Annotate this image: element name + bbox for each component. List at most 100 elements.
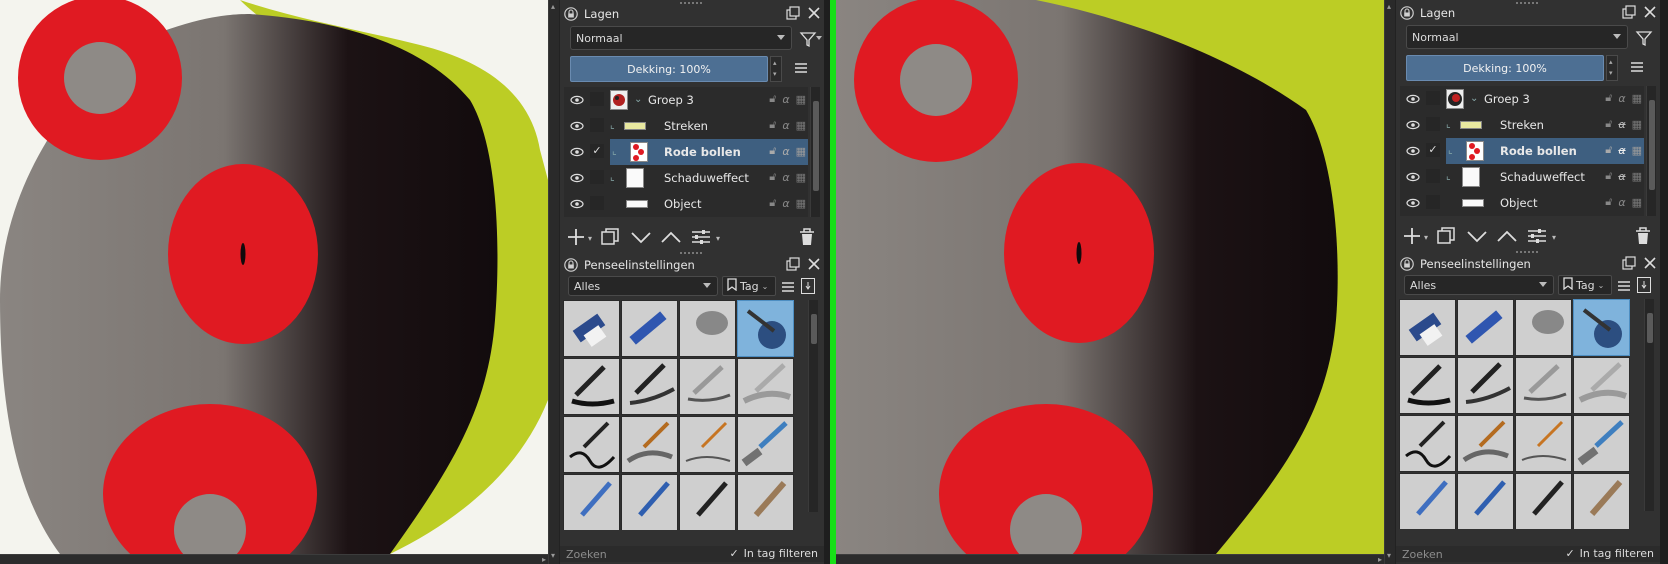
soft-eraser-preset[interactable] xyxy=(1515,299,1572,356)
filter-dropdown-icon[interactable] xyxy=(816,36,822,40)
eye-icon[interactable] xyxy=(570,121,584,134)
eye-icon[interactable] xyxy=(1406,172,1420,185)
alpha-locked-icon[interactable]: α xyxy=(1618,170,1625,183)
ink-pen-preset[interactable] xyxy=(563,358,620,415)
ink-pen-preset[interactable] xyxy=(1399,357,1456,414)
check-icon[interactable]: ✓ xyxy=(590,144,604,158)
alpha-icon[interactable]: α xyxy=(782,93,789,106)
blur-preset[interactable] xyxy=(1573,299,1630,356)
layer-row-schaduweffect[interactable]: ⌞ Schaduweffect 🔓︎ α ▦ xyxy=(564,165,808,191)
pencil-preset[interactable] xyxy=(563,474,620,530)
pencil-texture-preset[interactable] xyxy=(1573,415,1630,472)
filter-icon[interactable] xyxy=(1635,29,1653,47)
lock-small-icon[interactable]: 🔓︎ xyxy=(769,118,776,132)
inherit-alpha-icon[interactable]: ▦ xyxy=(1632,196,1642,209)
eraser-preset[interactable] xyxy=(1399,299,1456,356)
eraser-pen-preset[interactable] xyxy=(621,300,678,357)
check-icon[interactable]: ✓ xyxy=(1426,143,1440,157)
blur-preset[interactable] xyxy=(737,300,794,357)
layer-checkbox[interactable] xyxy=(1426,195,1440,209)
opacity-slider[interactable]: Dekking: 100% xyxy=(570,56,768,82)
layer-list-scrollbar[interactable] xyxy=(810,87,820,217)
inherit-alpha-icon[interactable]: ▦ xyxy=(796,145,806,158)
check-icon[interactable]: ✓ xyxy=(1565,547,1574,560)
filter-icon[interactable] xyxy=(799,30,817,48)
properties-icon[interactable] xyxy=(690,227,712,250)
inherit-alpha-icon[interactable]: ▦ xyxy=(1632,144,1642,157)
close-icon[interactable] xyxy=(808,257,820,271)
fine-ink-preset[interactable] xyxy=(563,416,620,473)
eye-icon[interactable] xyxy=(1406,146,1420,159)
move-up-icon[interactable] xyxy=(660,227,682,250)
search-input[interactable]: Zoeken xyxy=(566,548,607,561)
alpha-icon[interactable]: α xyxy=(1618,196,1625,209)
eye-icon[interactable] xyxy=(570,199,584,212)
blend-mode-select[interactable]: Normaal xyxy=(1406,25,1628,49)
paint-brush-preset[interactable] xyxy=(621,416,678,473)
opacity-slider[interactable]: Dekking: 100% xyxy=(1406,55,1604,81)
eye-icon[interactable] xyxy=(570,147,584,160)
canvas-right-hscroll[interactable]: ▸ xyxy=(836,554,1384,564)
lock-small-icon[interactable]: 🔓︎ xyxy=(769,196,776,210)
add-dropdown-icon[interactable]: ▾ xyxy=(588,234,592,243)
paint-brush-preset[interactable] xyxy=(1457,415,1514,472)
airbrush-preset[interactable] xyxy=(737,358,794,415)
add-icon[interactable] xyxy=(1402,226,1422,249)
preset-scrollbar[interactable] xyxy=(808,300,818,512)
brush-filter-select[interactable]: Alles xyxy=(1404,275,1554,295)
delete-icon[interactable] xyxy=(798,227,816,250)
menu-icon[interactable] xyxy=(781,281,795,293)
opacity-spinner[interactable]: ▴ ▾ xyxy=(770,56,782,82)
lock-small-icon[interactable]: 🔓︎ xyxy=(1605,117,1612,131)
fine-ink-preset[interactable] xyxy=(1399,415,1456,472)
pencil-preset[interactable] xyxy=(1399,473,1456,529)
eye-icon[interactable] xyxy=(1406,198,1420,211)
inherit-alpha-icon[interactable]: ▦ xyxy=(796,119,806,132)
layer-row-rode-bollen[interactable]: ⌞ Rode bollen 🔓︎ α ▦ xyxy=(1446,138,1644,164)
airbrush-preset[interactable] xyxy=(1573,357,1630,414)
pencil-light-preset[interactable] xyxy=(621,474,678,530)
layer-list-scrollbar[interactable] xyxy=(1646,86,1656,216)
eye-icon[interactable] xyxy=(1406,120,1420,133)
layer-checkbox[interactable] xyxy=(1426,169,1440,183)
layer-row-groep-3[interactable]: ⌄ Groep 3 🔓︎ α ▦ xyxy=(1400,86,1644,112)
layer-checkbox[interactable] xyxy=(1426,91,1440,105)
brush-filter-select[interactable]: Alles xyxy=(568,276,718,296)
lock-small-icon[interactable]: 🔓︎ xyxy=(1605,169,1612,183)
inherit-alpha-icon[interactable]: ▦ xyxy=(1632,92,1642,105)
lock-icon[interactable] xyxy=(1400,257,1414,271)
inherit-alpha-icon[interactable]: ▦ xyxy=(796,93,806,106)
search-input[interactable]: Zoeken xyxy=(1402,548,1443,561)
lock-small-icon[interactable]: 🔓︎ xyxy=(769,144,776,158)
check-icon[interactable]: ✓ xyxy=(729,547,738,560)
move-down-icon[interactable] xyxy=(1466,226,1488,249)
opacity-spinner[interactable]: ▴ ▾ xyxy=(1606,55,1618,81)
layer-checkbox[interactable] xyxy=(590,92,604,106)
move-down-icon[interactable] xyxy=(630,227,652,250)
menu-icon[interactable] xyxy=(794,62,808,74)
layer-row-object[interactable]: Object 🔓︎ α ▦ xyxy=(564,191,808,217)
pencil-light-preset[interactable] xyxy=(1457,473,1514,529)
blend-mode-select[interactable]: Normaal xyxy=(570,26,792,50)
layer-checkbox[interactable] xyxy=(590,196,604,210)
duplicate-icon[interactable] xyxy=(1436,226,1456,249)
preset-scrollbar[interactable] xyxy=(1644,299,1654,511)
float-icon[interactable] xyxy=(1622,5,1636,19)
soft-eraser-preset[interactable] xyxy=(679,300,736,357)
lock-small-icon[interactable]: 🔓︎ xyxy=(1605,91,1612,105)
ink-brush-preset[interactable] xyxy=(1457,357,1514,414)
layer-row-rode-bollen[interactable]: ⌞ Rode bollen 🔓︎ α ▦ xyxy=(610,139,808,165)
pencil-texture-preset[interactable] xyxy=(737,416,794,473)
layer-checkbox[interactable] xyxy=(590,170,604,184)
canvas-left[interactable] xyxy=(0,0,548,554)
marker-preset[interactable] xyxy=(679,358,736,415)
left-dock-splitter[interactable]: ▴ ▾ xyxy=(548,0,560,564)
canvas-left-hscroll[interactable]: ▸ xyxy=(0,554,548,564)
layer-checkbox[interactable] xyxy=(590,118,604,132)
layer-row-schaduweffect[interactable]: ⌞ Schaduweffect 🔓︎ α ▦ xyxy=(1400,164,1644,190)
lock-small-icon[interactable]: 🔓︎ xyxy=(769,92,776,106)
layer-row-groep-3[interactable]: ⌄ Groep 3 🔓︎ α ▦ xyxy=(564,87,808,113)
properties-dropdown-icon[interactable]: ▾ xyxy=(716,234,720,243)
tag-button[interactable]: Tag ⌄ xyxy=(722,276,776,296)
float-icon[interactable] xyxy=(786,6,800,20)
